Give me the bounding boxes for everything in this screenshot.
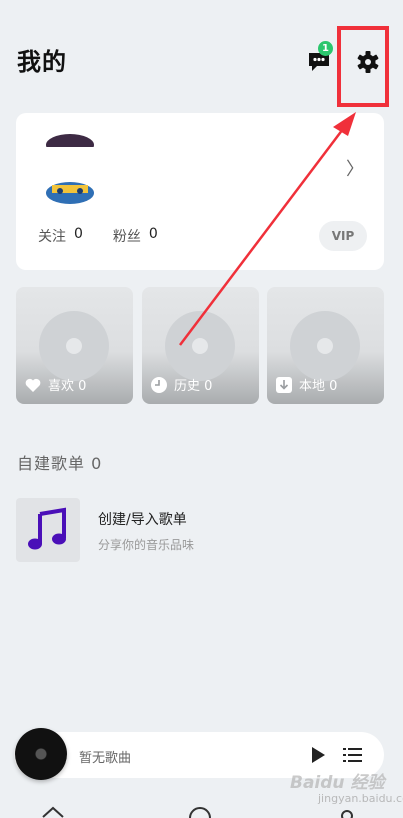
playlists-section-title: 自建歌单 0 — [17, 454, 103, 473]
profile-chevron-icon[interactable]: 〉 — [346, 155, 364, 181]
tile-local[interactable]: 本地 0 — [267, 287, 384, 404]
queue-list-icon — [343, 748, 362, 762]
header: 我的 1 — [0, 0, 403, 110]
create-playlist-item[interactable]: 创建/导入歌单 分享你的音乐品味 — [16, 498, 384, 562]
tile-local-label: 本地 0 — [299, 379, 338, 394]
fans-count[interactable]: 0 — [149, 226, 158, 246]
clock-icon — [151, 376, 167, 393]
tile-favorites-label: 喜欢 0 — [48, 379, 87, 394]
profile-card[interactable]: 〉 关注 0 粉丝 0 VIP — [16, 113, 384, 270]
settings-highlight-box — [337, 26, 389, 107]
disc-icon — [165, 311, 235, 381]
watermark-brand: Baidu 经验 — [290, 773, 385, 793]
play-icon — [312, 747, 325, 763]
nav-home[interactable] — [40, 805, 66, 818]
tile-favorites[interactable]: 喜欢 0 — [16, 287, 133, 404]
nav-profile[interactable] — [334, 805, 360, 818]
tile-history[interactable]: 历史 0 — [142, 287, 259, 404]
profile-icon — [341, 810, 353, 818]
disc-icon — [290, 311, 360, 381]
library-tiles: 喜欢 0 历史 0 本地 0 — [16, 287, 384, 404]
follow-label[interactable]: 关注 — [38, 226, 66, 246]
watermark-url: jingyan.baidu.com — [318, 792, 403, 805]
home-icon — [42, 806, 64, 818]
nav-discover[interactable] — [187, 805, 213, 818]
message-badge: 1 — [318, 41, 333, 56]
fans-label[interactable]: 粉丝 — [113, 226, 141, 246]
play-button[interactable] — [309, 745, 327, 765]
music-note-icon — [28, 507, 66, 550]
follow-count[interactable]: 0 — [74, 226, 83, 246]
playlist-cover — [16, 498, 80, 562]
player-status: 暂无歌曲 — [79, 751, 132, 766]
heart-icon — [25, 378, 41, 392]
vip-button[interactable]: VIP — [319, 221, 367, 251]
page-title: 我的 — [17, 48, 67, 76]
follow-stats: 关注 0 粉丝 0 — [38, 226, 180, 246]
download-icon — [276, 376, 292, 393]
circle-icon — [189, 807, 211, 818]
playlist-subtitle: 分享你的音乐品味 — [98, 538, 195, 552]
tile-history-label: 历史 0 — [174, 379, 213, 394]
disc-icon — [39, 311, 109, 381]
avatar[interactable] — [42, 131, 98, 205]
queue-button[interactable] — [343, 746, 363, 764]
player-disc-icon[interactable] — [15, 728, 67, 780]
playlist-name: 创建/导入歌单 — [98, 512, 187, 528]
